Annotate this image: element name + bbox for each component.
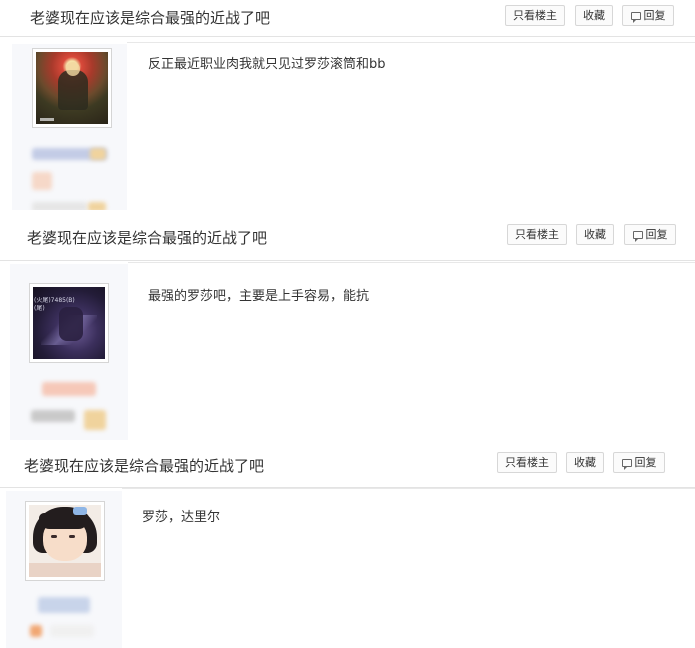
favorite-button[interactable]: 收藏 bbox=[575, 5, 613, 26]
comment-icon bbox=[632, 231, 643, 242]
thread-header: 老婆现在应该是综合最强的近战了吧 只看楼主 收藏 回复 bbox=[0, 0, 695, 37]
content-divider bbox=[128, 262, 695, 263]
username-placeholder bbox=[38, 597, 90, 613]
avatar-image bbox=[36, 52, 108, 124]
only-op-button[interactable]: 只看楼主 bbox=[497, 452, 557, 473]
user-meta bbox=[32, 202, 87, 210]
comment-icon bbox=[630, 12, 641, 23]
reply-label: 回复 bbox=[645, 228, 668, 241]
favorite-button[interactable]: 收藏 bbox=[566, 452, 604, 473]
thread-title: 老婆现在应该是综合最强的近战了吧 bbox=[30, 9, 271, 27]
username-placeholder bbox=[42, 382, 96, 396]
reply-label: 回复 bbox=[634, 456, 657, 469]
avatar-image bbox=[29, 505, 101, 577]
level-badge bbox=[30, 625, 42, 637]
only-op-button[interactable]: 只看楼主 bbox=[507, 224, 567, 245]
thread-header: 老婆现在应该是综合最强的近战了吧 只看楼主 收藏 回复 bbox=[0, 212, 695, 261]
comment-icon bbox=[621, 459, 632, 470]
content-divider bbox=[122, 488, 695, 489]
post-panel-2: 老婆现在应该是综合最强的近战了吧 只看楼主 收藏 回复 (火尾)7485(B) … bbox=[0, 212, 695, 440]
thread-title: 老婆现在应该是综合最强的近战了吧 bbox=[24, 457, 265, 475]
thread-title: 老婆现在应该是综合最强的近战了吧 bbox=[27, 229, 268, 247]
favorite-button[interactable]: 收藏 bbox=[576, 224, 614, 245]
avatar[interactable]: (火尾)7485(B) (尾) bbox=[29, 283, 109, 363]
user-meta-2 bbox=[88, 202, 106, 210]
reply-button[interactable]: 回复 bbox=[613, 452, 665, 473]
level-badge bbox=[84, 410, 106, 430]
author-sidebar bbox=[12, 44, 127, 210]
only-op-button[interactable]: 只看楼主 bbox=[505, 5, 565, 26]
avatar-image: (火尾)7485(B) (尾) bbox=[33, 287, 105, 359]
user-badge bbox=[32, 172, 52, 190]
avatar-caption: (火尾)7485(B) (尾) bbox=[34, 297, 75, 312]
thread-header: 老婆现在应该是综合最强的近战了吧 只看楼主 收藏 回复 bbox=[0, 442, 695, 488]
post-content: 罗莎，达里尔 bbox=[142, 510, 221, 525]
post-panel-1: 老婆现在应该是综合最强的近战了吧 只看楼主 收藏 回复 反正最近职业肉我就只见过… bbox=[0, 0, 695, 210]
post-panel-3: 老婆现在应该是综合最强的近战了吧 只看楼主 收藏 回复 罗莎，达里尔 bbox=[0, 442, 695, 648]
reply-label: 回复 bbox=[643, 9, 666, 22]
author-sidebar: (火尾)7485(B) (尾) bbox=[10, 264, 128, 440]
post-content: 反正最近职业肉我就只见过罗莎滚筒和bb bbox=[148, 57, 386, 72]
avatar[interactable] bbox=[25, 501, 105, 581]
reply-button[interactable]: 回复 bbox=[622, 5, 674, 26]
post-content: 最强的罗莎吧，主要是上手容易，能抗 bbox=[148, 289, 370, 304]
author-sidebar bbox=[6, 491, 122, 648]
content-divider bbox=[127, 42, 695, 43]
user-meta bbox=[31, 410, 75, 422]
reply-button[interactable]: 回复 bbox=[624, 224, 676, 245]
level-badge bbox=[90, 148, 106, 160]
avatar[interactable] bbox=[32, 48, 112, 128]
user-meta bbox=[50, 625, 94, 637]
